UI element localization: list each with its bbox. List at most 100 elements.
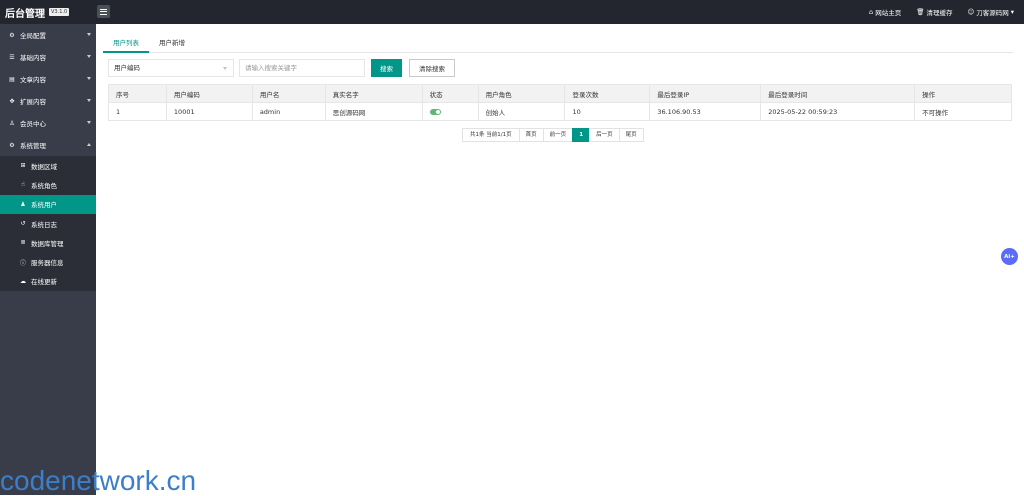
sidebar-item-system-logs[interactable]: ↺ 系统日志 [0, 214, 96, 233]
sitemap-icon: ⊞ [20, 162, 26, 170]
watermark: codenetwork.cn [0, 465, 197, 496]
pagination-info: 共1条 当前1/1页 [462, 128, 520, 142]
pagination-last[interactable]: 尾页 [618, 128, 644, 142]
column-header: 操作 [914, 84, 1012, 103]
chevron-down-icon [87, 99, 91, 102]
chevron-down-icon [87, 121, 91, 124]
chevron-down-icon [223, 67, 227, 70]
site-home-label: 网站主页 [875, 9, 902, 17]
history-icon: ↺ [20, 220, 26, 228]
pagination-current[interactable]: 1 [572, 128, 591, 142]
sidebar-item-global-config[interactable]: ⚙ 全局配置 [0, 24, 96, 46]
cell-role: 创始人 [477, 102, 566, 121]
cell-action: 不可操作 [914, 102, 1012, 121]
sidebar-item-online-update[interactable]: ☁ 在线更新 [0, 272, 96, 291]
sidebar-item-label: 扩展内容 [20, 98, 46, 106]
tab-user-list[interactable]: 用户列表 [103, 35, 149, 53]
column-header: 状态 [421, 84, 479, 103]
column-header: 最后登录IP [649, 84, 762, 103]
status-toggle[interactable] [429, 108, 441, 115]
sliders-icon: ☰ [9, 53, 15, 61]
sidebar-item-label: 会员中心 [20, 120, 46, 128]
column-header: 用户角色 [477, 84, 566, 103]
column-header: 用户名 [251, 84, 326, 103]
table-header-row: 序号 用户编码 用户名 真实名字 状态 用户角色 登录次数 最后登录IP 最后登… [108, 84, 1012, 103]
chevron-down-icon [87, 77, 91, 80]
main-content: 用户列表 用户新增 用户编码 搜索 清除搜索 序号 用户编码 用户名 真实名字 … [96, 24, 1024, 495]
pagination-next[interactable]: 后一页 [589, 128, 620, 142]
system-submenu: ⊞ 数据区域 ☝ 系统角色 ♟ 系统用户 ↺ 系统日志 ≣ 数据库管理 ⓘ 服务… [0, 156, 96, 292]
column-header: 真实名字 [324, 84, 423, 103]
top-links: ⌂ 网站主页 🗑 清理缓存 ☺ 刀客源码网 ▾ [869, 0, 1014, 24]
sidebar-item-label: 在线更新 [31, 278, 57, 287]
cell-username: admin [251, 102, 326, 121]
version-badge: V3.1.0 [49, 8, 70, 16]
menu-toggle-button[interactable] [97, 5, 110, 18]
search-toolbar: 用户编码 搜索 清除搜索 [108, 59, 455, 77]
cell-status [421, 102, 479, 121]
cell-logins: 10 [564, 102, 651, 121]
ai-assistant-button[interactable]: Ai+ [1001, 248, 1018, 265]
cell-time: 2025-05-22 00:59:23 [760, 102, 916, 121]
sidebar-item-data-region[interactable]: ⊞ 数据区域 [0, 156, 96, 175]
sidebar-item-label: 系统用户 [31, 201, 57, 210]
cell-code: 10001 [165, 102, 253, 121]
sidebar-item-label: 数据库管理 [31, 239, 64, 248]
sidebar-item-system-users[interactable]: ♟ 系统用户 [0, 194, 96, 214]
user-menu-label: 刀客源码网 [976, 9, 1009, 17]
clear-search-button[interactable]: 清除搜索 [409, 59, 455, 77]
search-input[interactable] [239, 59, 365, 77]
tab-user-add[interactable]: 用户新增 [149, 35, 195, 53]
column-header: 用户编码 [165, 84, 253, 103]
pagination-prev[interactable]: 前一页 [542, 128, 574, 142]
brand: 后台管理 V3.1.0 [0, 0, 96, 24]
sidebar-item-label: 系统日志 [31, 220, 57, 229]
puzzle-icon: ✥ [9, 97, 15, 105]
pagination-first[interactable]: 首页 [518, 128, 544, 142]
sidebar-item-label: 基础内容 [20, 54, 46, 62]
chevron-up-icon [87, 143, 91, 146]
site-home-link[interactable]: ⌂ 网站主页 [869, 7, 901, 17]
top-bar: 后台管理 V3.1.0 ⌂ 网站主页 🗑 清理缓存 ☺ 刀客源码网 ▾ [0, 0, 1024, 24]
sidebar-item-member-center[interactable]: ♙ 会员中心 [0, 112, 96, 134]
clear-cache-link[interactable]: 🗑 清理缓存 [916, 7, 952, 17]
hamburger-icon [100, 8, 107, 10]
clear-cache-label: 清理缓存 [926, 9, 953, 17]
sidebar-item-database[interactable]: ≣ 数据库管理 [0, 233, 96, 252]
user-icon: ☺ [967, 8, 975, 16]
cloud-icon: ☁ [20, 277, 26, 285]
sidebar-item-article-content[interactable]: ▤ 文章内容 [0, 68, 96, 90]
sidebar-item-label: 服务器信息 [31, 259, 64, 268]
column-header: 最后登录时间 [760, 84, 916, 103]
file-icon: ▤ [9, 75, 15, 83]
home-icon: ⌂ [869, 8, 874, 16]
select-value: 用户编码 [114, 64, 140, 72]
sidebar-item-label: 系统角色 [31, 181, 57, 190]
tab-bar: 用户列表 用户新增 [103, 35, 1013, 53]
chevron-down-icon [87, 33, 91, 36]
sidebar-item-label: 数据区域 [31, 162, 57, 171]
sidebar-item-basic-content[interactable]: ☰ 基础内容 [0, 46, 96, 68]
cell-no: 1 [108, 102, 167, 121]
sidebar-item-extended-content[interactable]: ✥ 扩展内容 [0, 90, 96, 112]
pagination: 共1条 当前1/1页 首页 前一页 1 后一页 尾页 [462, 128, 644, 142]
search-field-select[interactable]: 用户编码 [108, 59, 234, 77]
database-icon: ≣ [20, 239, 26, 247]
users-table: 序号 用户编码 用户名 真实名字 状态 用户角色 登录次数 最后登录IP 最后登… [108, 84, 1012, 121]
sidebar-item-system-roles[interactable]: ☝ 系统角色 [0, 175, 96, 194]
chevron-down-icon [87, 55, 91, 58]
gear-icon: ⚙ [9, 141, 15, 149]
user-menu[interactable]: ☺ 刀客源码网 ▾ [967, 7, 1014, 17]
search-button[interactable]: 搜索 [371, 59, 402, 77]
column-header: 序号 [108, 84, 167, 103]
hand-icon: ☝ [21, 181, 25, 189]
user-icon: ♙ [9, 119, 15, 127]
users-icon: ♟ [20, 200, 26, 208]
sidebar: ⚙ 全局配置 ☰ 基础内容 ▤ 文章内容 ✥ 扩展内容 ♙ 会员中心 ⚙ 系统管… [0, 24, 96, 495]
column-header: 登录次数 [564, 84, 651, 103]
brand-title: 后台管理 [5, 8, 45, 20]
sidebar-item-system-management[interactable]: ⚙ 系统管理 [0, 134, 96, 156]
info-icon: ⓘ [19, 259, 26, 267]
sidebar-item-label: 文章内容 [20, 76, 46, 84]
sidebar-item-server-info[interactable]: ⓘ 服务器信息 [0, 252, 96, 271]
